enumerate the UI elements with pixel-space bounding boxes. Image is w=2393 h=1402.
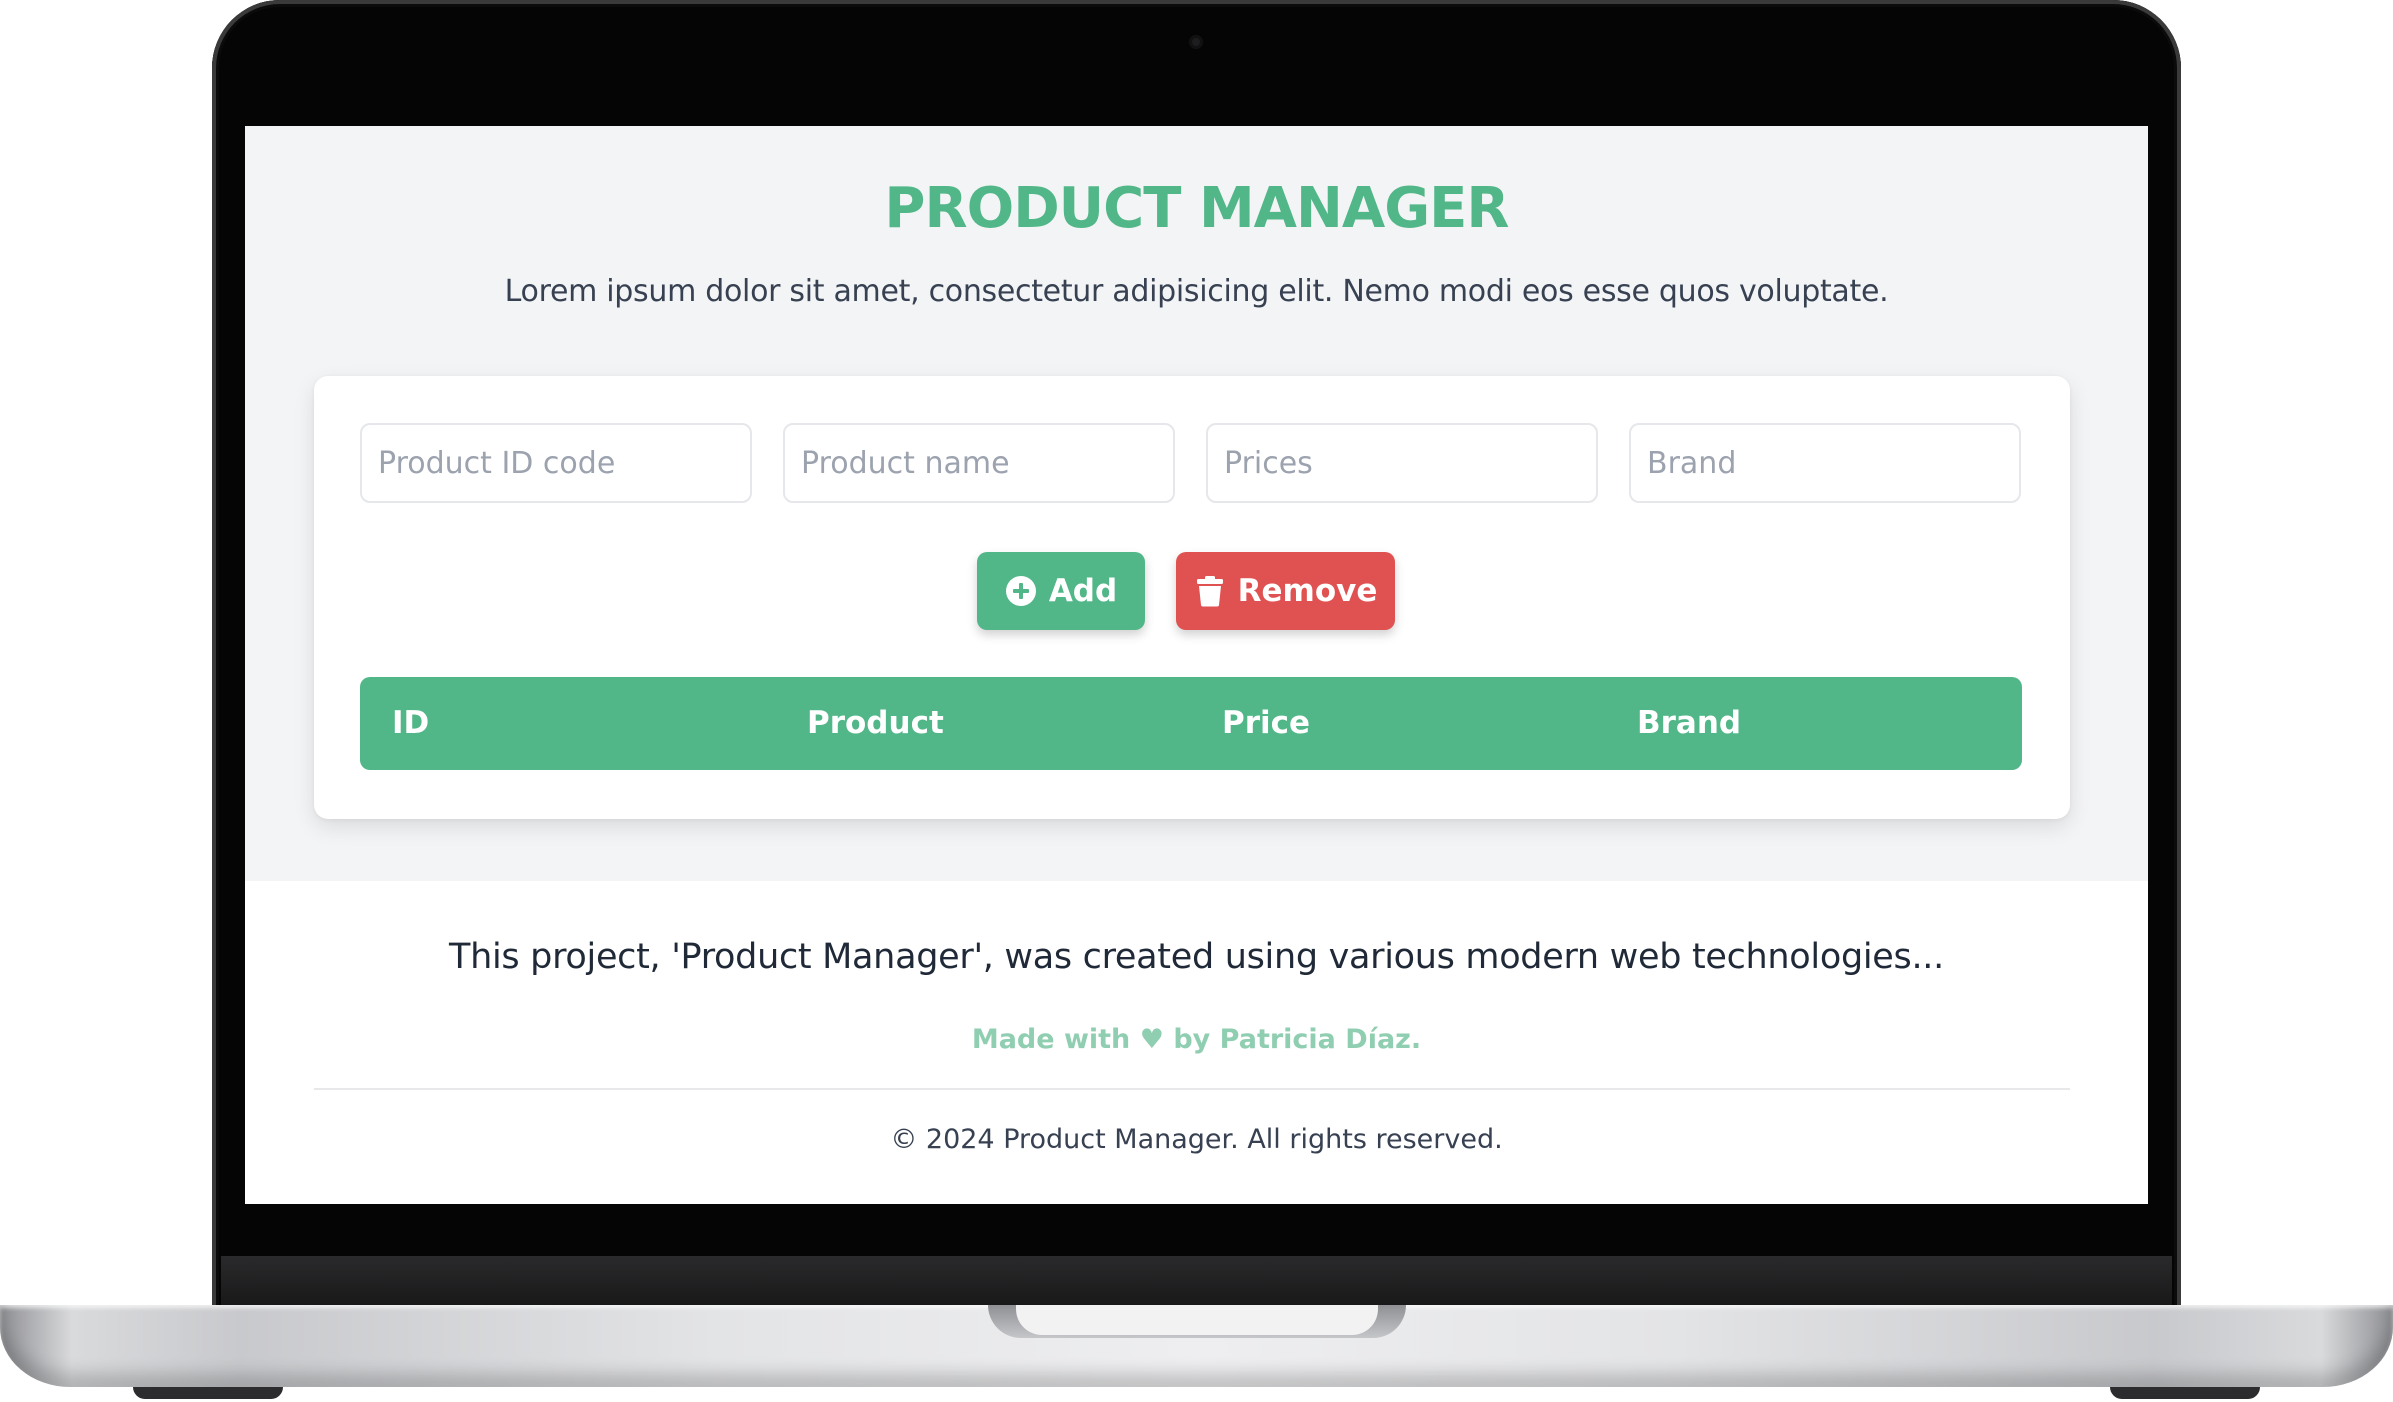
credits-prefix: Made with [971, 1024, 1131, 1055]
laptop-hinge [221, 1256, 2172, 1312]
column-header-price: Price [1222, 705, 1311, 741]
main-section: PRODUCT MANAGER Lorem ipsum dolor sit am… [245, 126, 2148, 881]
remove-button-label: Remove [1237, 573, 1378, 609]
page-subtitle: Lorem ipsum dolor sit amet, consectetur … [504, 274, 1889, 309]
footer-divider [314, 1088, 2070, 1090]
brand-input[interactable] [1629, 423, 2021, 503]
heart-icon: ♥ [1139, 1024, 1164, 1055]
camera-icon [1189, 35, 1203, 49]
page-footer: This project, 'Product Manager', was cre… [245, 881, 2148, 1204]
product-form-card: Add Remove ID Product Price Brand [314, 376, 2070, 819]
page-title: PRODUCT MANAGER [884, 176, 1509, 241]
remove-button[interactable]: Remove [1176, 552, 1395, 630]
product-name-input[interactable] [783, 423, 1175, 503]
add-button-label: Add [1048, 573, 1118, 609]
product-id-input[interactable] [360, 423, 752, 503]
footer-description: This project, 'Product Manager', was cre… [449, 937, 1944, 977]
plus-circle-icon [1005, 575, 1037, 607]
copyright-text: © 2024 Product Manager. All rights reser… [890, 1124, 1503, 1155]
laptop-foot-right [2110, 1387, 2260, 1399]
footer-credits: Made with ♥ by Patricia Díaz. [245, 1024, 2148, 1055]
trash-icon [1194, 575, 1226, 607]
column-header-id: ID [392, 705, 430, 741]
column-header-product: Product [807, 705, 944, 741]
laptop-notch-inner [1016, 1305, 1378, 1335]
add-button[interactable]: Add [977, 552, 1145, 630]
laptop-foot-left [133, 1387, 283, 1399]
credits-author[interactable]: by Patricia Díaz. [1173, 1024, 1421, 1055]
products-table-header: ID Product Price Brand [360, 677, 2022, 770]
column-header-brand: Brand [1637, 705, 1742, 741]
price-input[interactable] [1206, 423, 1598, 503]
app-screen: PRODUCT MANAGER Lorem ipsum dolor sit am… [245, 126, 2148, 1204]
